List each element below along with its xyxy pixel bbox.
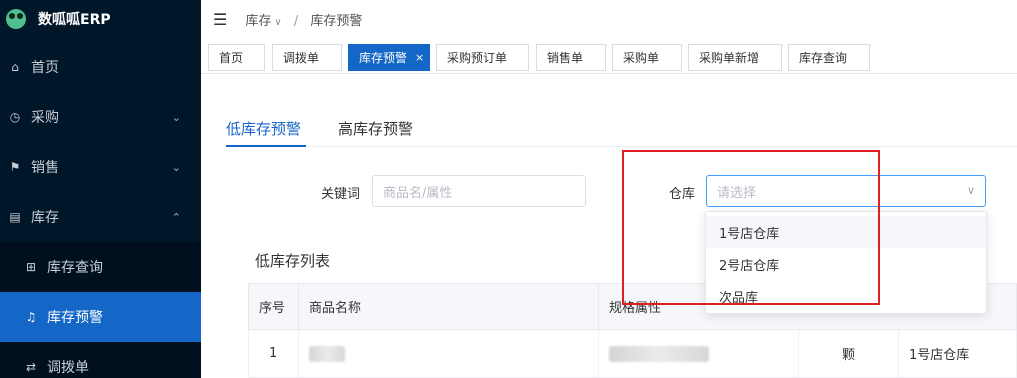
breadcrumb: 库存 ∨ / 库存预警 [245, 10, 362, 29]
subtab-divider [226, 146, 1017, 147]
tab-label: 采购单 [623, 51, 660, 65]
keyword-label: 关键词 [321, 187, 361, 202]
redacted-product-name [309, 345, 345, 362]
redacted-spec [609, 345, 709, 362]
warehouse-label: 仓库 [669, 187, 696, 202]
subtab-high-stock[interactable]: 高库存预警 [338, 118, 413, 139]
table-header-product: 商品名称 [298, 283, 598, 330]
table-cell-spec [598, 330, 798, 378]
tab-purchase-preorder[interactable]: 采购预订单 [436, 44, 529, 71]
keyword-input[interactable]: 商品名/属性 [372, 175, 586, 207]
warehouse-option[interactable]: 2号店仓库 [706, 248, 986, 280]
chevron-down-icon: ∨ [274, 16, 282, 28]
subtab-low-stock[interactable]: 低库存预警 [226, 118, 301, 139]
tab-label: 库存预警 [359, 51, 408, 65]
app-title: 数呱呱ERP [38, 12, 111, 28]
warehouse-select[interactable]: 请选择 ∨ [706, 175, 986, 207]
breadcrumb-item: 库存预警 [310, 13, 363, 29]
keyword-placeholder: 商品名/属性 [383, 185, 453, 201]
collapse-menu-icon[interactable]: ☰ [213, 10, 227, 29]
sidebar-item-label: 采购 [31, 110, 59, 126]
subtab-active-indicator [226, 145, 306, 147]
tab-purchase-order-new[interactable]: 采购单新增 [688, 44, 782, 71]
flag-icon: ⚑ [9, 160, 21, 174]
table-cell-product [298, 330, 598, 378]
page-tabs: 首页 调拨单 库存预警 × 采购预订单 销售单 采购单 采购单新增 库存查询 [201, 38, 1017, 74]
warehouse-option[interactable]: 1号店仓库 [706, 216, 986, 248]
tab-label: 调拨单 [283, 51, 320, 65]
breadcrumb-separator: / [293, 13, 299, 29]
logo: 数呱呱ERP [0, 0, 201, 38]
warehouse-placeholder: 请选择 [717, 185, 757, 201]
sidebar-item-purchase[interactable]: ◷ 采购 ⌄ [0, 92, 201, 142]
tab-home[interactable]: 首页 [208, 44, 265, 71]
sidebar-item-inventory-alert[interactable]: ♫ 库存预警 [0, 292, 201, 342]
close-icon[interactable]: × [415, 51, 424, 64]
sidebar-item-label: 库存预警 [47, 310, 103, 326]
sidebar-item-home[interactable]: ⌂ 首页 [0, 42, 201, 92]
chevron-down-icon: ⌄ [171, 110, 181, 124]
tab-transfer[interactable]: 调拨单 [272, 44, 342, 71]
sidebar-item-label: 调拨单 [47, 360, 89, 376]
sidebar-item-inventory[interactable]: ▤ 库存 ⌃ [0, 192, 201, 242]
chevron-up-icon: ⌃ [171, 210, 181, 224]
warehouse-dropdown: 1号店仓库 2号店仓库 次品库 [705, 211, 987, 314]
tab-label: 首页 [219, 51, 244, 65]
tab-inventory-query[interactable]: 库存查询 [788, 44, 870, 71]
table-cell-unit: 颗 [798, 330, 898, 378]
tab-inventory-alert[interactable]: 库存预警 × [348, 44, 430, 71]
clock-icon: ◷ [9, 110, 21, 124]
sidebar-item-sales[interactable]: ⚑ 销售 ⌄ [0, 142, 201, 192]
list-title: 低库存列表 [255, 252, 331, 270]
tab-label: 采购预订单 [447, 51, 508, 65]
tab-label: 销售单 [547, 51, 584, 65]
frog-logo-icon [6, 9, 26, 29]
breadcrumb-item[interactable]: 库存 [245, 14, 271, 29]
sidebar-item-inventory-query[interactable]: ⊞ 库存查询 [0, 242, 201, 292]
tab-label: 采购单新增 [699, 51, 760, 65]
box-icon: ▤ [9, 210, 21, 224]
sidebar-item-label: 库存查询 [47, 260, 103, 276]
home-icon: ⌂ [11, 60, 19, 74]
bell-icon: ♫ [25, 310, 37, 324]
sidebar-item-label: 销售 [31, 160, 59, 176]
sidebar-item-label: 首页 [31, 60, 59, 76]
tab-sales-order[interactable]: 销售单 [536, 44, 606, 71]
swap-icon: ⇄ [25, 360, 37, 374]
table-cell-warehouse: 1号店仓库 [898, 330, 1017, 378]
chevron-down-icon: ∨ [966, 184, 975, 197]
tab-label: 库存查询 [799, 51, 848, 65]
chevron-down-icon: ⌄ [171, 160, 181, 174]
table-cell-index: 1 [248, 330, 298, 378]
sidebar: 数呱呱ERP ⌂ 首页 ◷ 采购 ⌄ ⚑ 销售 ⌄ ▤ 库存 ⌃ ⊞ 库存查询 … [0, 0, 201, 378]
sidebar-item-label: 库存 [31, 210, 59, 226]
tab-purchase-order[interactable]: 采购单 [612, 44, 682, 71]
table-header-index: 序号 [248, 283, 298, 330]
header: ☰ 库存 ∨ / 库存预警 [201, 0, 1017, 38]
warehouse-option[interactable]: 次品库 [706, 280, 986, 312]
grid-icon: ⊞ [25, 260, 37, 274]
sidebar-item-transfer[interactable]: ⇄ 调拨单 [0, 342, 201, 378]
